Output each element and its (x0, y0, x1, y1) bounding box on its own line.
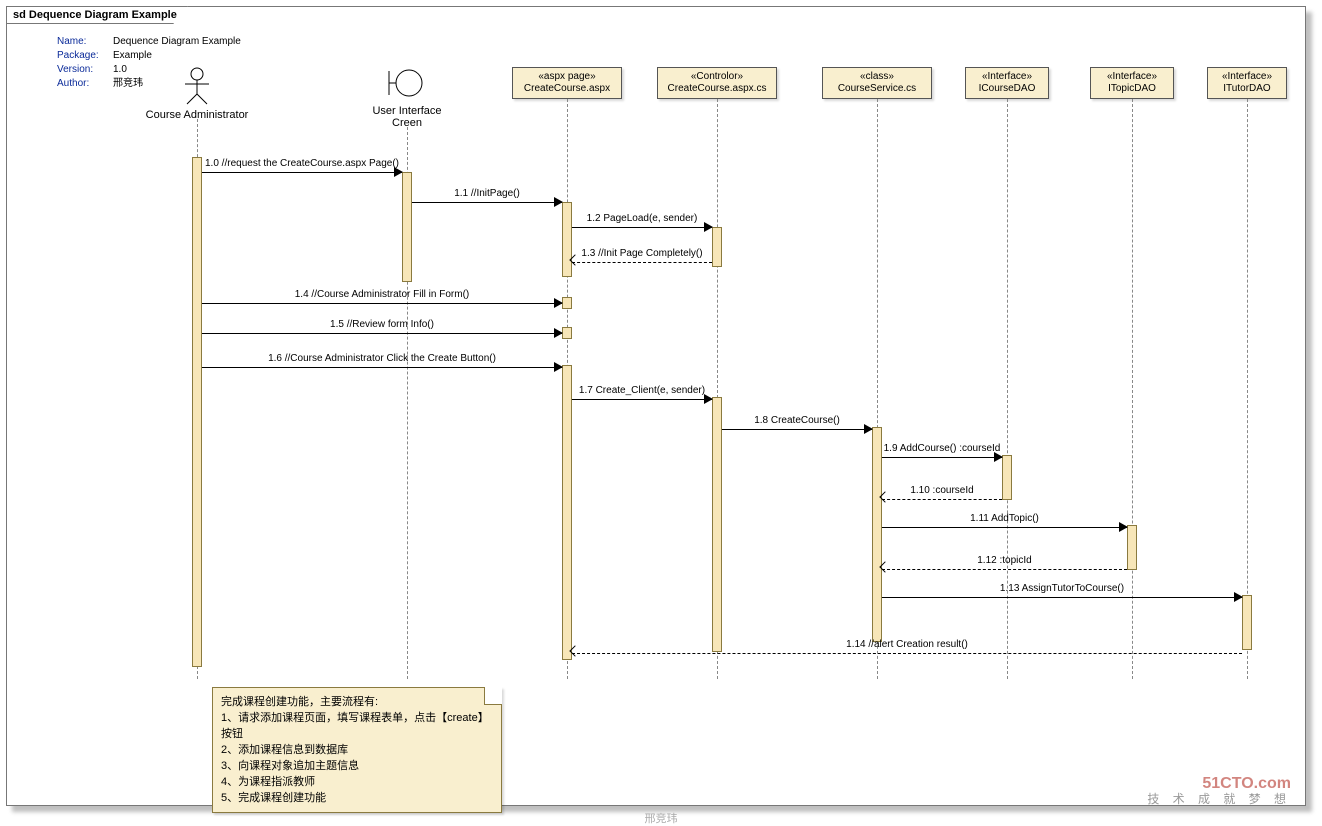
frame-title: sd Dequence Diagram Example (6, 6, 188, 24)
lifeline-createcourse-cs: «Controlor» CreateCourse.aspx.cs (657, 67, 777, 99)
boundary-icon (387, 65, 427, 104)
message-1-2: 1.2 PageLoad(e, sender) (572, 217, 712, 231)
activation-bar (402, 172, 412, 282)
diagram-note: 完成课程创建功能，主要流程有: 1、请求添加课程页面，填写课程表单，点击【cre… (212, 687, 502, 813)
message-1-5: 1.5 //Review form Info() (202, 323, 562, 337)
message-1-8: 1.8 CreateCourse() (722, 419, 872, 433)
activation-bar (562, 365, 572, 660)
sequence-diagram-frame: sd Dequence Diagram Example Name:Dequenc… (6, 6, 1306, 806)
note-title: 完成课程创建功能，主要流程有: (221, 694, 493, 710)
note-line: 3、向课程对象追加主题信息 (221, 758, 493, 774)
meta-package-label: Package: (57, 49, 113, 63)
activation-bar (562, 297, 572, 309)
lifeline-dash (1247, 99, 1248, 679)
boundary-label: User Interface Creen (357, 101, 457, 129)
lifeline-itopicdao: «Interface» ITopicDAO (1090, 67, 1174, 99)
message-1-12: 1.12 :topicId (882, 559, 1127, 573)
note-line: 1、请求添加课程页面，填写课程表单，点击【create】按钮 (221, 710, 493, 742)
activation-bar (872, 427, 882, 642)
activation-bar (1002, 455, 1012, 500)
message-1-10: 1.10 :courseId (882, 489, 1002, 503)
message-1-7: 1.7 Create_Client(e, sender) (572, 389, 712, 403)
message-1-6: 1.6 //Course Administrator Click the Cre… (202, 357, 562, 371)
message-1-9: 1.9 AddCourse() :courseId (882, 447, 1002, 461)
meta-name: Dequence Diagram Example (113, 36, 241, 47)
activation-bar (562, 202, 572, 277)
message-1-4: 1.4 //Course Administrator Fill in Form(… (202, 293, 562, 307)
message-1-1: 1.1 //InitPage() (412, 192, 562, 206)
activation-bar (562, 327, 572, 339)
meta-name-label: Name: (57, 35, 113, 49)
activation-bar (712, 227, 722, 267)
meta-author: 邢竞玮 (113, 78, 143, 89)
activation-bar (1242, 595, 1252, 650)
note-fold-icon (484, 687, 502, 705)
watermark-sub: 技 术 成 就 梦 想 (1147, 790, 1291, 807)
meta-package: Example (113, 50, 152, 61)
note-line: 5、完成课程创建功能 (221, 790, 493, 806)
message-1-0: 1.0 //request the CreateCourse.aspx Page… (202, 162, 402, 176)
meta-version: 1.0 (113, 64, 127, 75)
meta-version-label: Version: (57, 63, 113, 77)
message-1-3: 1.3 //Init Page Completely() (572, 252, 712, 266)
message-1-14: 1.14 //alert Creation result() (572, 643, 1242, 657)
lifeline-courseservice: «class» CourseService.cs (822, 67, 932, 99)
note-line: 2、添加课程信息到数据库 (221, 742, 493, 758)
stick-figure-icon (177, 67, 217, 105)
lifeline-itutordao: «Interface» ITutorDAO (1207, 67, 1287, 99)
lifeline-icoursedao: «Interface» ICourseDAO (965, 67, 1049, 99)
activation-bar (712, 397, 722, 652)
meta-author-label: Author: (57, 77, 113, 91)
message-1-13: 1.13 AssignTutorToCourse() (882, 587, 1242, 601)
actor-icon (177, 67, 217, 108)
lifeline-createcourse-aspx: «aspx page» CreateCourse.aspx (512, 67, 622, 99)
activation-bar (192, 157, 202, 667)
message-1-11: 1.11 AddTopic() (882, 517, 1127, 531)
note-line: 4、为课程指派教师 (221, 774, 493, 790)
activation-bar (1127, 525, 1137, 570)
boundary-circle-icon (387, 65, 427, 101)
signature: 邢竞玮 (645, 810, 678, 826)
